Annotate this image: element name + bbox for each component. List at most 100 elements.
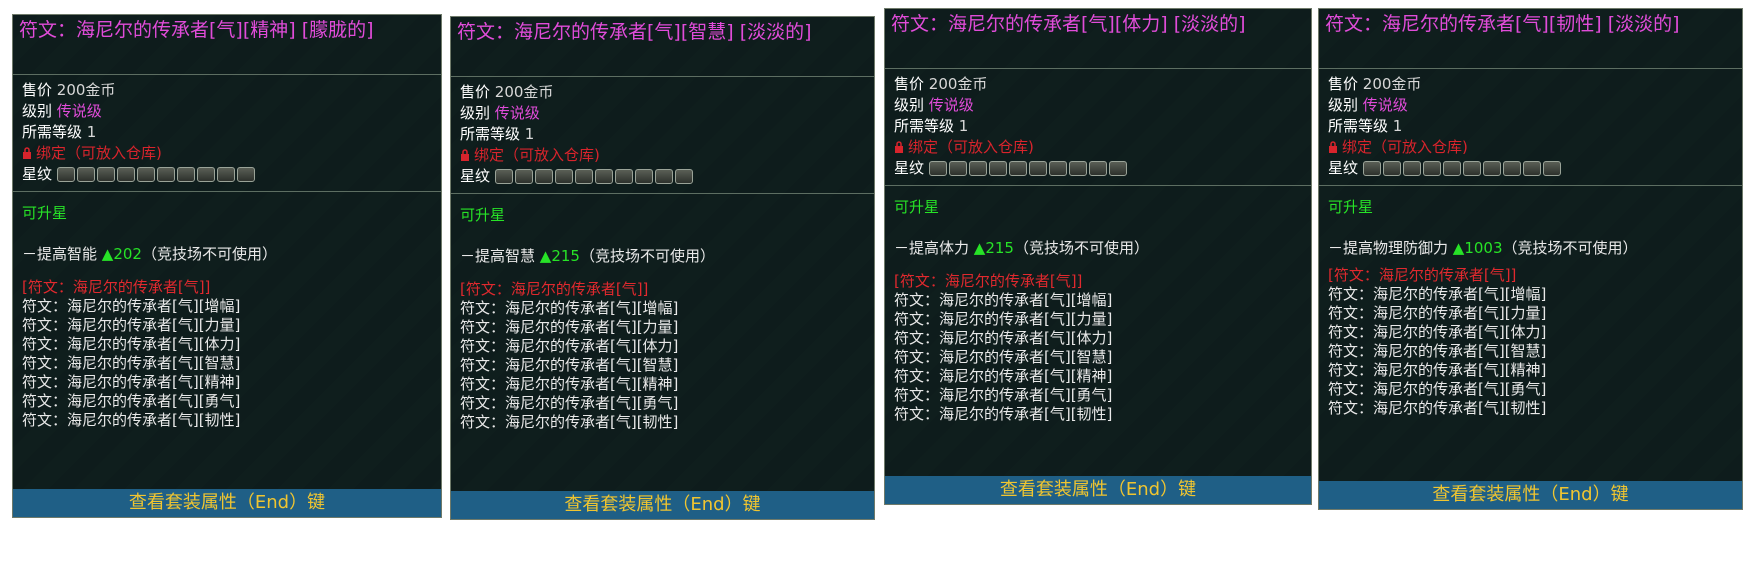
grade-value: 传说级 <box>494 104 540 122</box>
star-slot-icon <box>96 167 115 182</box>
star-slot-icon <box>634 169 653 184</box>
set-item: 符文：海尼尔的传承者[气][勇气] <box>460 394 679 412</box>
set-item: 符文：海尼尔的传承者[气][勇气] <box>1328 380 1547 398</box>
view-set-attributes-button[interactable]: 查看套装属性（End）键 <box>13 489 441 517</box>
set-item: 符文：海尼尔的传承者[气][勇气] <box>894 386 1113 404</box>
item-tooltip-2: 符文：海尼尔的传承者[气][智慧] [淡淡的] 售价 200金币 级别 传说级 … <box>450 16 875 520</box>
bind-text: 绑定（可放入仓库) <box>1342 138 1468 156</box>
star-slot-icon <box>136 167 155 182</box>
set-item: 符文：海尼尔的传承者[气][韧性] <box>894 405 1113 423</box>
item-tooltip-3: 符文：海尼尔的传承者[气][体力] [淡淡的] 售价 200金币 级别 传说级 … <box>884 8 1312 505</box>
price-label: 售价 <box>894 75 925 93</box>
view-set-attributes-button[interactable]: 查看套装属性（End）键 <box>885 476 1311 504</box>
star-slot-icon <box>1108 161 1127 176</box>
set-header: [符文：海尼尔的传承者[气]] <box>894 272 1083 290</box>
stat-value: ▲215 <box>539 247 580 265</box>
star-slot-icon <box>594 169 613 184</box>
stat-prefix: －提高智能 <box>22 245 98 263</box>
star-slot-icon <box>1068 161 1087 176</box>
set-item: 符文：海尼尔的传承者[气][体力] <box>460 337 679 355</box>
star-slot-icon <box>1362 161 1381 176</box>
view-set-attributes-button[interactable]: 查看套装属性（End）键 <box>451 491 874 519</box>
stat-value: ▲1003 <box>1452 239 1503 257</box>
stat-line: －提高物理防御力 ▲1003（竞技场不可使用） <box>1319 217 1742 258</box>
lock-icon <box>23 147 31 159</box>
level-value: 1 <box>86 123 97 141</box>
star-slot-icon <box>968 161 987 176</box>
view-set-attributes-button[interactable]: 查看套装属性（End）键 <box>1319 481 1742 509</box>
set-item: 符文：海尼尔的传承者[气][体力] <box>22 335 241 353</box>
star-slot-icon <box>1482 161 1501 176</box>
star-slot-icon <box>574 169 593 184</box>
level-value: 1 <box>1392 117 1403 135</box>
lock-icon <box>1329 141 1337 153</box>
set-item: 符文：海尼尔的传承者[气][增幅] <box>894 291 1113 309</box>
price-value: 200金币 <box>928 75 988 93</box>
set-header: [符文：海尼尔的传承者[气]] <box>460 280 649 298</box>
star-slot-icon <box>554 169 573 184</box>
set-item: 符文：海尼尔的传承者[气][增幅] <box>1328 285 1547 303</box>
upgrade-label: 可升星 <box>460 206 506 224</box>
set-header: [符文：海尼尔的传承者[气]] <box>1328 266 1517 284</box>
lock-icon <box>895 141 903 153</box>
star-label: 星纹 <box>460 167 491 185</box>
stat-prefix: －提高物理防御力 <box>1328 239 1449 257</box>
star-slot-icon <box>1442 161 1461 176</box>
star-slot-icon <box>1008 161 1027 176</box>
star-slot-icon <box>1382 161 1401 176</box>
star-slot-icon <box>1502 161 1521 176</box>
bind-text: 绑定（可放入仓库) <box>474 146 600 164</box>
set-item: 符文：海尼尔的传承者[气][智慧] <box>1328 342 1547 360</box>
star-slot-icon <box>534 169 553 184</box>
star-label: 星纹 <box>1328 159 1359 177</box>
bind-text: 绑定（可放入仓库) <box>36 144 162 162</box>
set-item: 符文：海尼尔的传承者[气][增幅] <box>22 297 241 315</box>
level-value: 1 <box>958 117 969 135</box>
set-item: 符文：海尼尔的传承者[气][智慧] <box>894 348 1113 366</box>
stat-value: ▲215 <box>973 239 1014 257</box>
star-slot-icon <box>1522 161 1541 176</box>
set-item: 符文：海尼尔的传承者[气][智慧] <box>22 354 241 372</box>
item-tooltip-4: 符文：海尼尔的传承者[气][韧性] [淡淡的] 售价 200金币 级别 传说级 … <box>1318 8 1743 510</box>
stat-line: －提高智慧 ▲215（竞技场不可使用） <box>451 225 874 266</box>
set-item: 符文：海尼尔的传承者[气][勇气] <box>22 392 241 410</box>
set-item: 符文：海尼尔的传承者[气][力量] <box>460 318 679 336</box>
star-slot-icon <box>928 161 947 176</box>
grade-value: 传说级 <box>56 102 102 120</box>
star-slot-icon <box>988 161 1007 176</box>
star-slot-icon <box>948 161 967 176</box>
set-item: 符文：海尼尔的传承者[气][精神] <box>894 367 1113 385</box>
star-slot-icon <box>494 169 513 184</box>
set-list: [符文：海尼尔的传承者[气]] 符文：海尼尔的传承者[气][增幅] 符文：海尼尔… <box>1319 258 1742 418</box>
upgrade-label: 可升星 <box>22 204 68 222</box>
star-slot-icon <box>156 167 175 182</box>
star-slots <box>494 169 693 184</box>
set-item: 符文：海尼尔的传承者[气][精神] <box>460 375 679 393</box>
star-slot-icon <box>196 167 215 182</box>
star-slot-icon <box>236 167 255 182</box>
star-slot-icon <box>216 167 235 182</box>
set-item: 符文：海尼尔的传承者[气][韧性] <box>1328 399 1547 417</box>
item-info: 售价 200金币 级别 传说级 所需等级 1 绑定（可放入仓库) 星纹 <box>13 75 441 185</box>
star-slot-icon <box>76 167 95 182</box>
item-title: 符文：海尼尔的传承者[气][韧性] [淡淡的] <box>1319 9 1742 69</box>
upgrade-label: 可升星 <box>894 198 940 216</box>
price-label: 售价 <box>22 81 53 99</box>
stat-suffix: （竞技场不可使用） <box>141 245 277 263</box>
price-value: 200金币 <box>56 81 116 99</box>
stat-suffix: （竞技场不可使用） <box>579 247 715 265</box>
star-slot-icon <box>1542 161 1561 176</box>
item-info: 售价 200金币 级别 传说级 所需等级 1 绑定（可放入仓库) 星纹 <box>885 69 1311 179</box>
star-slots <box>1362 161 1561 176</box>
star-slot-icon <box>1048 161 1067 176</box>
level-label: 所需等级 <box>894 117 955 135</box>
star-slot-icon <box>176 167 195 182</box>
grade-value: 传说级 <box>928 96 974 114</box>
price-label: 售价 <box>1328 75 1359 93</box>
item-info: 售价 200金币 级别 传说级 所需等级 1 绑定（可放入仓库) 星纹 <box>1319 69 1742 179</box>
set-item: 符文：海尼尔的传承者[气][韧性] <box>22 411 241 429</box>
star-slot-icon <box>116 167 135 182</box>
grade-label: 级别 <box>460 104 491 122</box>
stat-line: －提高体力 ▲215（竞技场不可使用） <box>885 217 1311 258</box>
star-slot-icon <box>1028 161 1047 176</box>
